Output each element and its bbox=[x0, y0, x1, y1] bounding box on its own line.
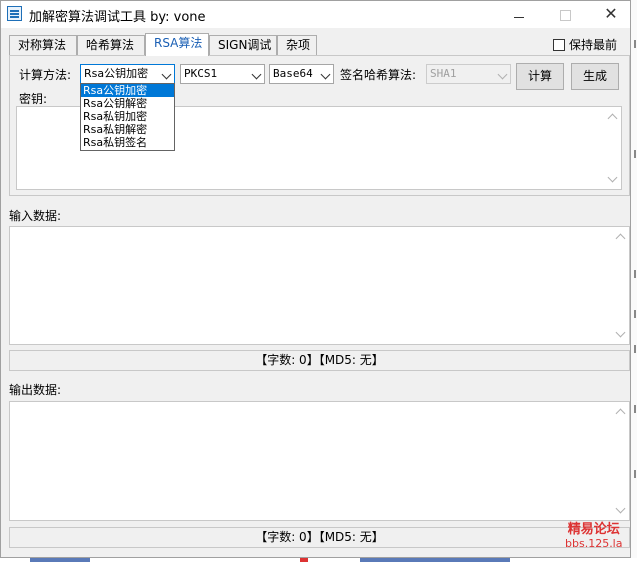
padding-select[interactable]: PKCS1 bbox=[180, 64, 265, 84]
scroll-down-icon bbox=[615, 503, 626, 514]
method-select[interactable]: Rsa公钥加密 bbox=[80, 64, 175, 84]
chevron-down-icon bbox=[161, 69, 172, 80]
encoding-select-value: Base64 bbox=[273, 67, 313, 80]
input-status: 【字数: 0】【MD5: 无】 bbox=[9, 350, 630, 371]
padding-select-value: PKCS1 bbox=[184, 67, 218, 80]
method-option[interactable]: Rsa私钥签名 bbox=[81, 136, 174, 149]
scroll-up-icon bbox=[615, 233, 626, 244]
method-option[interactable]: Rsa私钥加密 bbox=[81, 110, 174, 123]
minimize-button[interactable] bbox=[496, 1, 542, 28]
watermark-line2: bbs.125.la bbox=[565, 537, 623, 550]
method-dropdown-list[interactable]: Rsa公钥加密 Rsa公钥解密 Rsa私钥加密 Rsa私钥解密 Rsa私钥签名 bbox=[80, 83, 175, 151]
keep-on-top-label: 保持最前 bbox=[569, 38, 618, 52]
input-scrollbar[interactable] bbox=[613, 228, 628, 343]
background-window-edge bbox=[631, 0, 637, 562]
tab-misc[interactable]: 杂项 bbox=[277, 35, 317, 55]
app-icon bbox=[7, 6, 22, 21]
chevron-down-icon bbox=[251, 69, 262, 80]
scroll-down-icon bbox=[615, 327, 626, 338]
checkbox-box[interactable] bbox=[553, 39, 565, 51]
method-option[interactable]: Rsa公钥解密 bbox=[81, 97, 174, 110]
key-label: 密钥: bbox=[19, 92, 48, 106]
keep-on-top-checkbox[interactable]: 保持最前 bbox=[553, 36, 617, 53]
input-textarea[interactable] bbox=[9, 226, 630, 345]
sign-hash-select: SHA1 bbox=[426, 64, 511, 84]
chevron-down-icon bbox=[320, 69, 331, 80]
tab-hash[interactable]: 哈希算法 bbox=[77, 35, 145, 55]
forum-watermark: 精易论坛 bbs.125.la bbox=[565, 523, 622, 551]
tab-symmetric[interactable]: 对称算法 bbox=[9, 35, 77, 55]
method-label: 计算方法: bbox=[19, 68, 72, 82]
title-bar[interactable]: 加解密算法调试工具 by: vone ✕ bbox=[1, 1, 630, 28]
input-label: 输入数据: bbox=[9, 209, 62, 223]
close-button[interactable]: ✕ bbox=[588, 1, 634, 28]
key-scrollbar[interactable] bbox=[605, 108, 620, 188]
background-window-bottom bbox=[0, 558, 637, 562]
window-title: 加解密算法调试工具 by: vone bbox=[29, 10, 206, 25]
chevron-down-icon bbox=[497, 69, 508, 80]
output-status: 【字数: 0】【MD5: 无】 bbox=[9, 527, 630, 548]
scroll-up-icon bbox=[607, 113, 618, 124]
tab-sign-debug[interactable]: SIGN调试 bbox=[209, 35, 277, 55]
output-label: 输出数据: bbox=[9, 383, 62, 397]
sign-hash-select-value: SHA1 bbox=[430, 67, 457, 80]
encoding-select[interactable]: Base64 bbox=[269, 64, 334, 84]
sign-hash-label: 签名哈希算法: bbox=[340, 68, 417, 82]
method-select-value: Rsa公钥加密 bbox=[84, 67, 149, 80]
compute-button[interactable]: 计算 bbox=[516, 63, 564, 90]
tab-rsa[interactable]: RSA算法 bbox=[145, 33, 209, 56]
output-scrollbar[interactable] bbox=[613, 403, 628, 519]
scroll-down-icon bbox=[607, 172, 618, 183]
method-option[interactable]: Rsa私钥解密 bbox=[81, 123, 174, 136]
generate-button[interactable]: 生成 bbox=[571, 63, 619, 90]
maximize-button[interactable] bbox=[542, 1, 588, 28]
minimize-icon bbox=[514, 17, 524, 18]
output-textarea[interactable] bbox=[9, 401, 630, 521]
method-option[interactable]: Rsa公钥加密 bbox=[81, 84, 174, 97]
watermark-line1: 精易论坛 bbox=[567, 522, 620, 537]
main-window: 加解密算法调试工具 by: vone ✕ 对称算法 哈希算法 RSA算法 SIG… bbox=[0, 0, 631, 558]
scroll-up-icon bbox=[615, 408, 626, 419]
close-icon: ✕ bbox=[604, 4, 618, 23]
maximize-icon bbox=[559, 10, 571, 21]
